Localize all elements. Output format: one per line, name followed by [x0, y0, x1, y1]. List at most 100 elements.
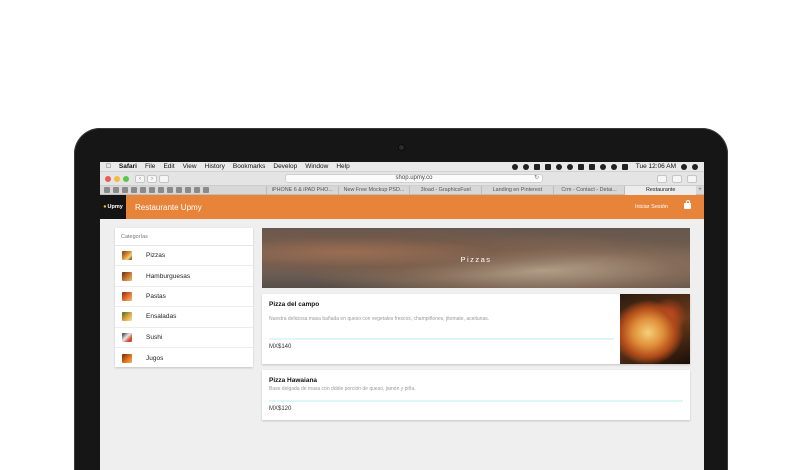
- login-link[interactable]: Iniciar Sesión: [635, 204, 668, 210]
- bookmark-icon[interactable]: [185, 187, 191, 193]
- window-controls: [105, 175, 129, 182]
- shopping-bag-icon[interactable]: [684, 200, 691, 209]
- status-icon[interactable]: [566, 163, 573, 170]
- favorites-bar: [100, 187, 266, 193]
- category-thumbnail: [122, 251, 132, 261]
- bookmark-icon[interactable]: [140, 187, 146, 193]
- browser-tab[interactable]: Landing en Pinterest: [481, 185, 553, 195]
- reload-icon[interactable]: ↻: [534, 175, 539, 182]
- browser-toolbar: ‹ › shop.upmy.co ↻: [100, 172, 704, 186]
- status-icon[interactable]: [555, 163, 562, 170]
- clock[interactable]: Tue 12:06 AM: [636, 163, 676, 170]
- status-icon[interactable]: [522, 163, 529, 170]
- downloads-icon[interactable]: [657, 174, 667, 183]
- menu-view[interactable]: View: [183, 163, 197, 170]
- category-item-hamburguesas[interactable]: Hamburguesas: [115, 266, 253, 287]
- bookmark-icon[interactable]: [104, 187, 110, 193]
- search-icon[interactable]: [681, 163, 687, 170]
- category-item-pizzas[interactable]: Pizzas: [115, 246, 253, 267]
- category-thumbnail: [122, 353, 132, 363]
- category-thumbnail: [122, 332, 132, 342]
- category-label: Pastas: [146, 292, 166, 300]
- product-price: MX$120: [269, 406, 292, 412]
- address-bar[interactable]: shop.upmy.co ↻: [285, 174, 543, 183]
- apple-menu-icon[interactable]: : [106, 163, 111, 170]
- bookmark-icon[interactable]: [176, 187, 182, 193]
- notification-center-icon[interactable]: [692, 163, 698, 170]
- site-title[interactable]: Restaurante Upmy: [135, 203, 202, 212]
- product-card[interactable]: Pizza Hawaiana Base delgada de masa con …: [262, 370, 690, 420]
- browser-tab[interactable]: Crm - Contact - Detai...: [552, 185, 625, 195]
- url-text: shop.upmy.co: [395, 175, 433, 181]
- logo-text: Upmy: [107, 204, 123, 210]
- menu-history[interactable]: History: [205, 163, 225, 170]
- category-thumbnail: [122, 312, 132, 322]
- status-icon[interactable]: [577, 163, 584, 170]
- category-thumbnail: [122, 271, 132, 281]
- bookmark-icon[interactable]: [113, 187, 119, 193]
- menu-help[interactable]: Help: [336, 163, 349, 170]
- browser-tab-active[interactable]: Restaurante: [624, 185, 697, 195]
- bookmark-icon[interactable]: [203, 187, 209, 193]
- sidebar-toggle-icon[interactable]: [159, 174, 169, 183]
- tabs-overview-icon[interactable]: [687, 174, 697, 183]
- bookmark-icon[interactable]: [122, 187, 128, 193]
- browser-tab[interactable]: 3load - GraphicsFuel: [409, 185, 481, 195]
- menu-safari[interactable]: Safari: [119, 163, 137, 170]
- tab-bar: iPHONE 6 & iPAD PHO... New Free Mockup P…: [100, 185, 704, 195]
- status-icon[interactable]: [533, 163, 540, 170]
- category-item-ensaladas[interactable]: Ensaladas: [115, 307, 253, 328]
- zoom-window-button[interactable]: [123, 175, 129, 182]
- page-body: Categorías Pizzas Hamburguesas Pastas En…: [100, 219, 704, 470]
- laptop-frame:  Safari File Edit View History Bookmark…: [74, 128, 728, 470]
- new-tab-icon[interactable]: +: [696, 187, 704, 193]
- product-name: Pizza Hawaiana: [269, 377, 318, 384]
- category-thumbnail: [122, 291, 132, 301]
- share-icon[interactable]: [672, 174, 682, 183]
- macos-menu-bar:  Safari File Edit View History Bookmark…: [100, 162, 704, 172]
- categories-panel: Categorías Pizzas Hamburguesas Pastas En…: [115, 228, 253, 367]
- forward-icon[interactable]: ›: [147, 174, 157, 183]
- product-price: MX$140: [269, 344, 292, 350]
- bluetooth-icon[interactable]: [599, 163, 606, 170]
- status-icon[interactable]: [588, 163, 595, 170]
- minimize-window-button[interactable]: [114, 175, 120, 182]
- status-icons: Tue 12:06 AM: [511, 163, 698, 170]
- bookmark-icon[interactable]: [167, 187, 173, 193]
- menu-develop[interactable]: Develop: [273, 163, 297, 170]
- product-description: Base delgada de masa con doble porción d…: [269, 386, 416, 392]
- category-item-jugos[interactable]: Jugos: [115, 348, 253, 368]
- product-description: Nuestra deliciosa masa bañada en queso c…: [269, 316, 490, 322]
- site-header: ● Upmy Restaurante Upmy Iniciar Sesión: [100, 195, 704, 219]
- product-image: [620, 294, 690, 364]
- battery-icon[interactable]: [621, 163, 628, 170]
- category-item-pastas[interactable]: Pastas: [115, 287, 253, 308]
- category-item-sushi[interactable]: Sushi: [115, 328, 253, 348]
- product-name: Pizza del campo: [269, 301, 320, 308]
- close-window-button[interactable]: [105, 175, 111, 182]
- menu-window[interactable]: Window: [305, 163, 328, 170]
- product-divider: [269, 400, 683, 402]
- bookmark-icon[interactable]: [131, 187, 137, 193]
- status-icon[interactable]: [511, 163, 518, 170]
- back-icon[interactable]: ‹: [135, 174, 145, 183]
- bookmark-icon[interactable]: [194, 187, 200, 193]
- product-card[interactable]: Pizza del campo Nuestra deliciosa masa b…: [262, 294, 690, 364]
- site-logo[interactable]: ● Upmy: [100, 195, 126, 219]
- bookmark-icon[interactable]: [149, 187, 155, 193]
- categories-title: Categorías: [115, 228, 253, 246]
- main-content: Pizzas Pizza del campo Nuestra deliciosa…: [262, 228, 690, 420]
- browser-tab[interactable]: New Free Mockup PSD...: [337, 185, 410, 195]
- category-label: Jugos: [146, 354, 164, 362]
- menu-edit[interactable]: Edit: [163, 163, 174, 170]
- toolbar-right: [657, 174, 699, 183]
- logo-leaf-icon: ●: [103, 204, 107, 210]
- browser-tab[interactable]: iPHONE 6 & iPAD PHO...: [266, 185, 338, 195]
- menu-file[interactable]: File: [145, 163, 155, 170]
- wifi-icon[interactable]: [610, 163, 617, 170]
- camera: [399, 145, 404, 150]
- bookmark-icon[interactable]: [158, 187, 164, 193]
- menu-bookmarks[interactable]: Bookmarks: [233, 163, 266, 170]
- status-icon[interactable]: [544, 163, 551, 170]
- screen:  Safari File Edit View History Bookmark…: [100, 162, 704, 470]
